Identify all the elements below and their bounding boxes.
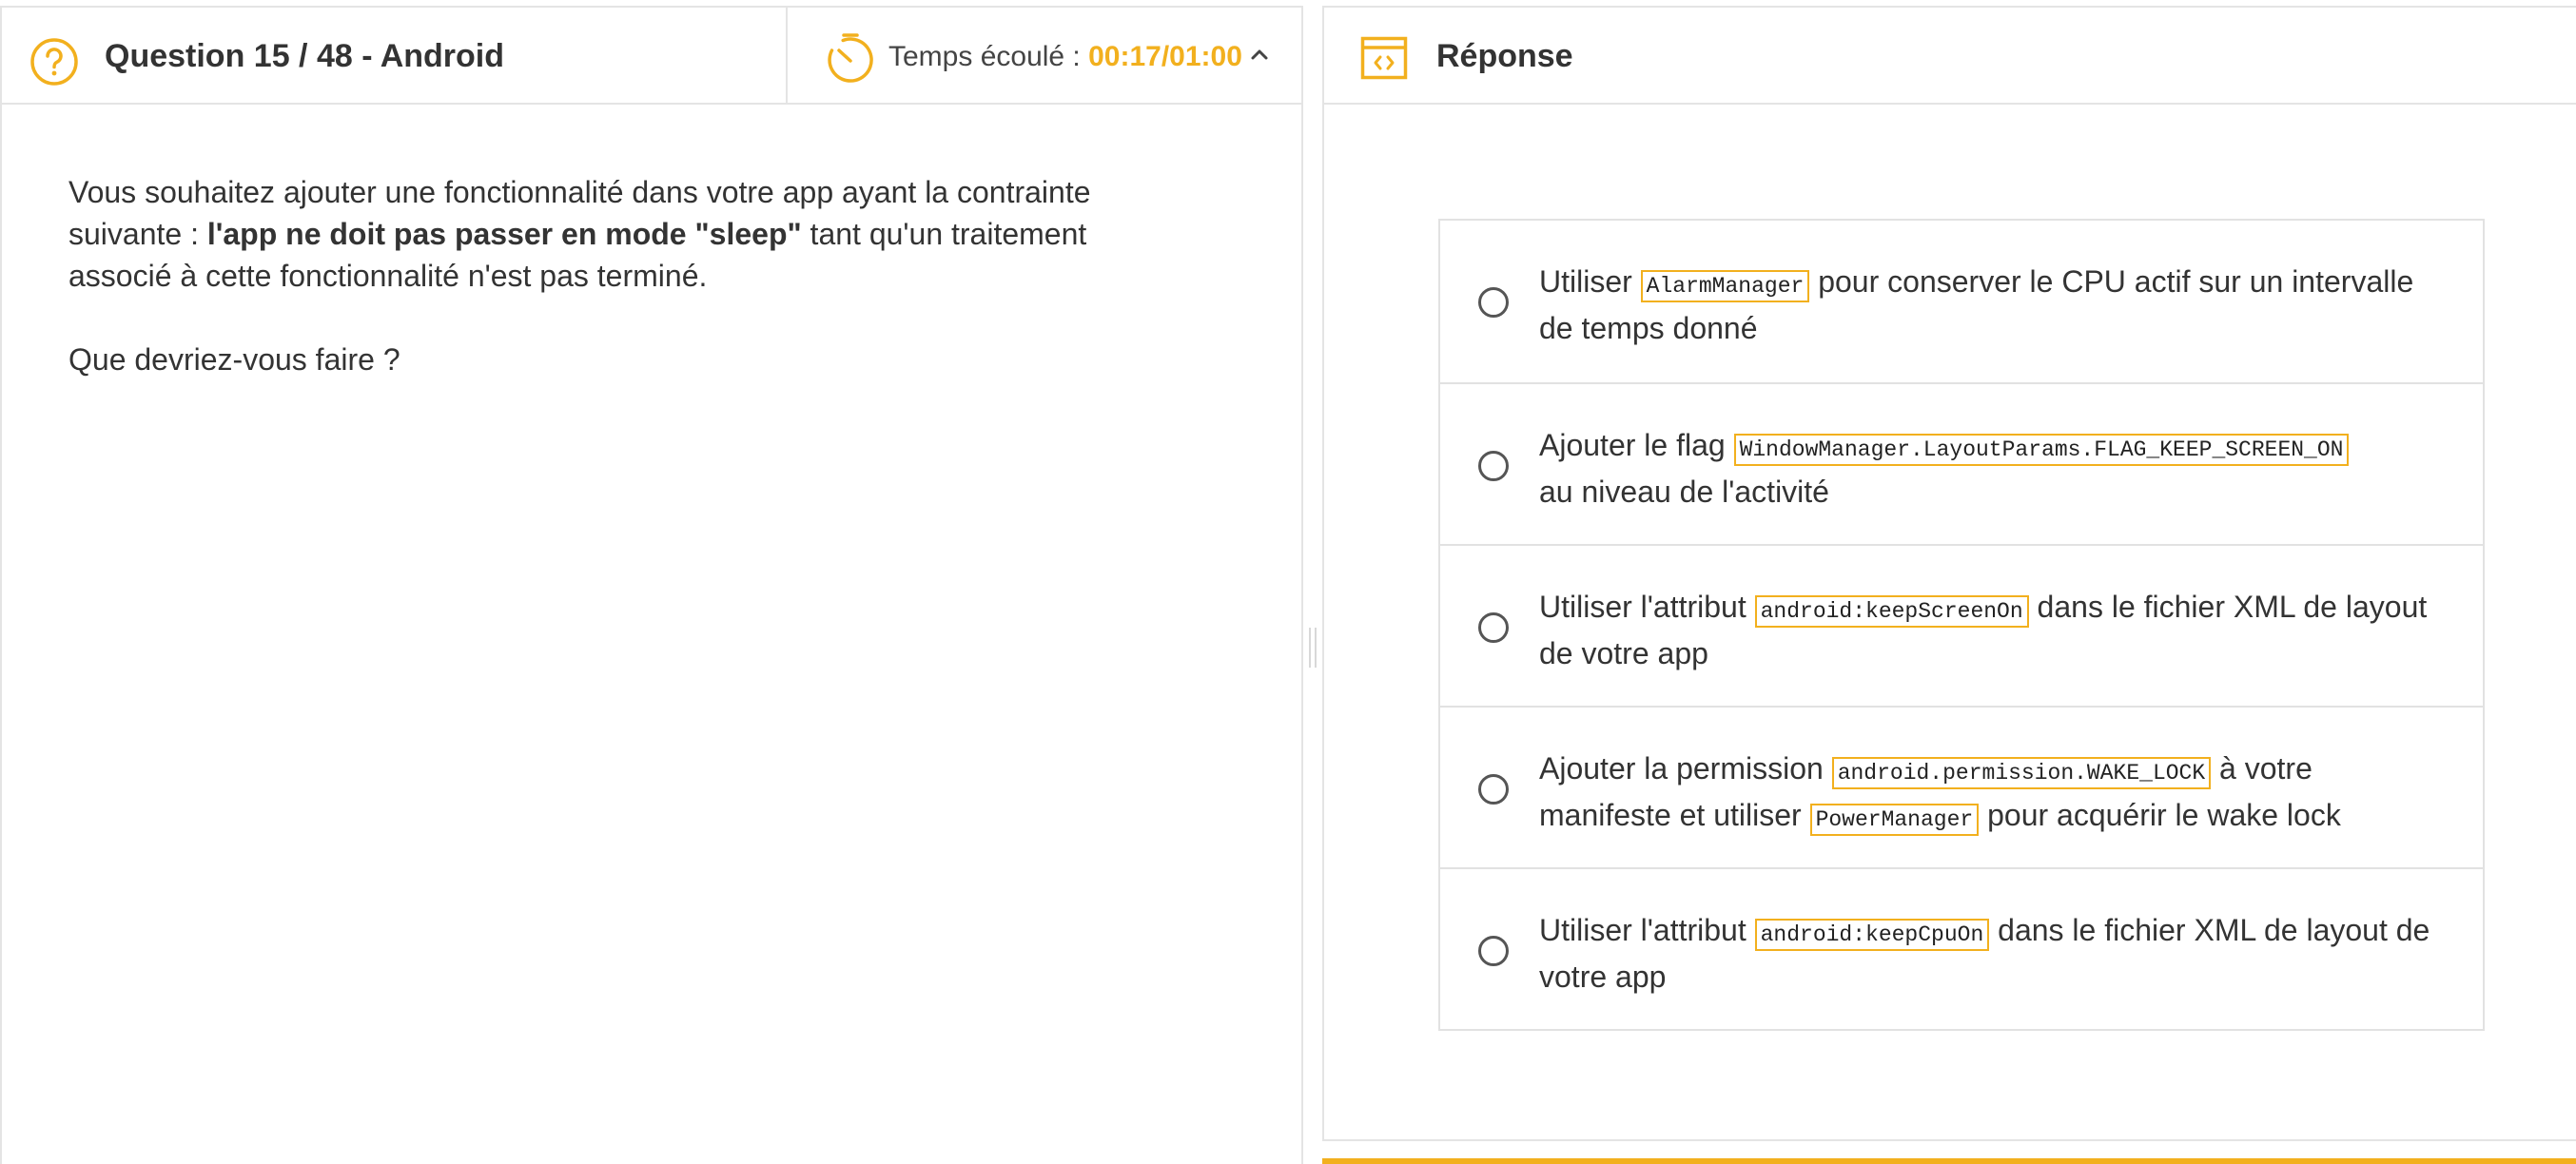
code-token: android.permission.WAKE_LOCK (1831, 757, 2212, 789)
answer-option-5[interactable]: Utiliser l'attribut android:keepCpuOn da… (1440, 867, 2483, 1029)
answer-option-2[interactable]: Ajouter le flag WindowManager.LayoutPara… (1440, 382, 2483, 544)
question-text: Vous souhaitez ajouter une fonctionnalit… (68, 171, 1162, 380)
answer-text: Ajouter la permission android.permission… (1539, 747, 2452, 841)
panel-resize-handle[interactable] (1309, 628, 1317, 668)
code-token: WindowManager.LayoutParams.FLAG_KEEP_SCR… (1733, 434, 2350, 466)
code-token: android:keepCpuOn (1754, 919, 1990, 951)
question-circle-icon (30, 38, 78, 86)
code-token: PowerManager (1809, 804, 1980, 836)
question-prompt: Que devriez-vous faire ? (68, 342, 400, 377)
question-panel: Question 15 / 48 - Android Temps écoulé … (0, 6, 1303, 1164)
radio-button[interactable] (1478, 451, 1509, 481)
answer-text: Ajouter le flag WindowManager.LayoutPara… (1539, 424, 2452, 513)
timer-value: 00:17/01:00 (1088, 41, 1242, 72)
question-constraint: l'app ne doit pas passer en mode "sleep" (206, 217, 802, 251)
answer-option-1[interactable]: Utiliser AlarmManager pour conserver le … (1440, 221, 2483, 382)
radio-button[interactable] (1478, 287, 1509, 318)
timer-text: Temps écoulé : 00:17/01:00 (888, 8, 1242, 103)
timer: Temps écoulé : 00:17/01:00 (786, 8, 1303, 103)
accent-bar (1322, 1158, 2576, 1164)
stopwatch-icon (828, 33, 873, 83)
radio-button[interactable] (1478, 936, 1509, 966)
answer-option-4[interactable]: Ajouter la permission android.permission… (1440, 706, 2483, 867)
radio-button[interactable] (1478, 612, 1509, 643)
answers-list: Utiliser AlarmManager pour conserver le … (1438, 219, 2485, 1031)
answer-title: Réponse (1436, 38, 1573, 74)
code-window-icon (1360, 36, 1408, 80)
answer-option-3[interactable]: Utiliser l'attribut android:keepScreenOn… (1440, 544, 2483, 706)
answer-text: Utiliser AlarmManager pour conserver le … (1539, 264, 2414, 345)
answer-panel: Réponse Utiliser AlarmManager pour conse… (1322, 6, 2576, 1141)
chevron-up-icon[interactable] (1250, 48, 1269, 61)
question-statement: Vous souhaitez ajouter une fonctionnalit… (68, 175, 1091, 293)
code-token: AlarmManager (1640, 270, 1810, 302)
timer-label: Temps écoulé : (888, 41, 1089, 72)
radio-button[interactable] (1478, 774, 1509, 805)
answer-text: Utiliser l'attribut android:keepScreenOn… (1539, 590, 2428, 670)
question-title: Question 15 / 48 - Android (105, 38, 505, 74)
answer-text: Utiliser l'attribut android:keepCpuOn da… (1539, 913, 2430, 994)
answer-header: Réponse (1324, 8, 2576, 105)
question-header: Question 15 / 48 - Android Temps écoulé … (2, 8, 1301, 105)
code-token: android:keepScreenOn (1754, 595, 2029, 628)
